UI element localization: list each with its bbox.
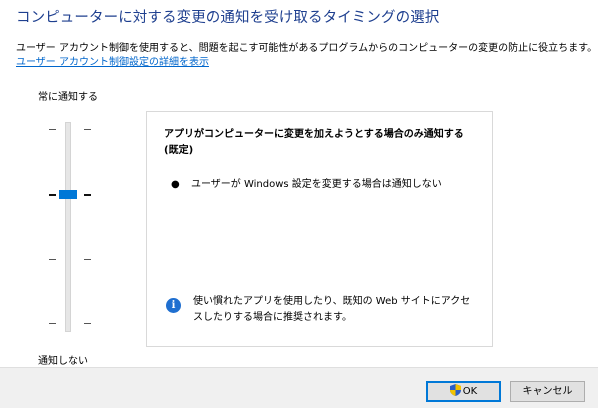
ok-button[interactable]: OK	[426, 381, 501, 402]
bullet-text: ユーザーが Windows 設定を変更する場合は通知しない	[191, 179, 442, 190]
slider-tick	[84, 194, 91, 196]
slider-tick	[49, 129, 56, 130]
page-heading: コンピューターに対する変更の通知を受け取るタイミングの選択	[16, 10, 440, 26]
slider-tick	[84, 259, 91, 260]
slider-top-label: 常に通知する	[38, 92, 98, 103]
list-item: ● ユーザーが Windows 設定を変更する場合は通知しない	[171, 175, 442, 190]
details-link[interactable]: ユーザー アカウント制御設定の詳細を表示	[16, 53, 209, 68]
slider-tick	[84, 323, 91, 324]
uac-settings-window: コンピューターに対する変更の通知を受け取るタイミングの選択 ユーザー アカウント…	[0, 0, 598, 408]
slider-bottom-label: 通知しない	[38, 356, 88, 367]
ok-button-label: OK	[462, 386, 478, 397]
dialog-footer: OK キャンセル	[0, 367, 598, 408]
uac-shield-icon	[449, 384, 461, 396]
slider-tick	[49, 323, 56, 324]
description-text: ユーザー アカウント制御を使用すると、問題を起こす可能性があるプログラムからのコ…	[16, 43, 598, 54]
level-description-panel: アプリがコンピューターに変更を加えようとする場合のみ通知する (既定) ● ユーザ…	[146, 111, 493, 347]
slider-tick	[49, 194, 56, 196]
slider-track[interactable]	[65, 122, 71, 332]
slider-thumb[interactable]	[59, 190, 77, 199]
cancel-button[interactable]: キャンセル	[510, 381, 585, 402]
info-icon: i	[166, 298, 181, 313]
notification-level-slider[interactable]	[40, 118, 100, 336]
slider-tick	[84, 129, 91, 130]
level-title: アプリがコンピューターに変更を加えようとする場合のみ通知する (既定)	[164, 129, 464, 156]
bullet-icon: ●	[171, 179, 180, 190]
recommendation-note: 使い慣れたアプリを使用したり、既知の Web サイトにアクセスしたりする場合に推…	[193, 296, 471, 323]
slider-tick	[49, 259, 56, 260]
